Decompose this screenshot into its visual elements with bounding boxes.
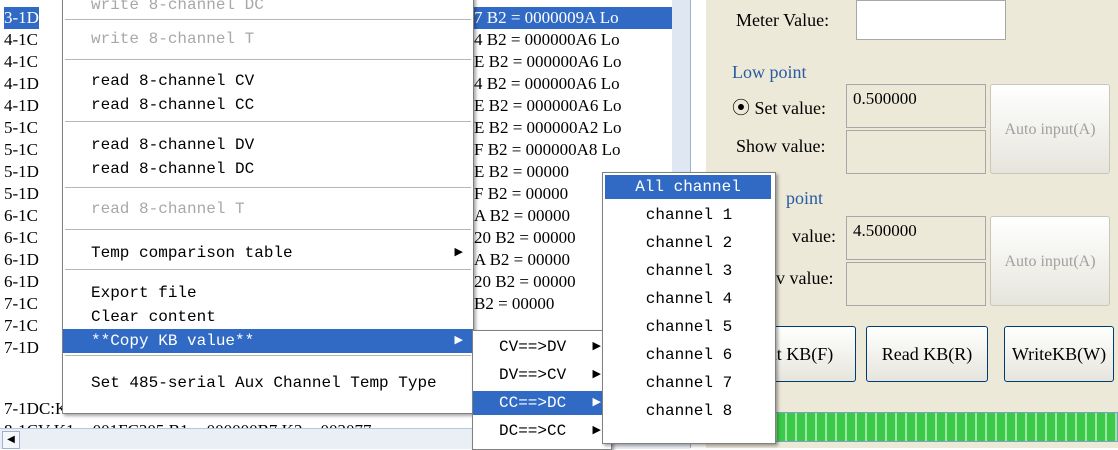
copy-submenu-item-label: DC==>CC (499, 422, 567, 440)
channel-submenu-item[interactable]: channel 6 (603, 343, 775, 367)
context-menu-item[interactable]: write 8-channel T (63, 27, 473, 51)
submenu-arrow-icon: ▶ (592, 369, 601, 381)
low-auto-input-button[interactable]: Auto input(A) (990, 84, 1110, 174)
menu-separator (65, 269, 471, 270)
copy-submenu-item[interactable]: CV==>DV ▶ (473, 335, 611, 359)
context-menu-item-label: write 8-channel T (91, 30, 255, 48)
copy-submenu-item-label: DV==>CV (499, 366, 567, 384)
context-menu-item[interactable]: read 8-channel CC (63, 93, 473, 117)
context-menu: write 8-channel DC write 8-channel T read… (62, 0, 474, 414)
low-show-value-label: Show value: (736, 136, 826, 156)
channel-submenu-item[interactable]: channel 2 (603, 231, 775, 255)
log-row-fragment[interactable]: 4 B2 = 000000A6 Lo (474, 73, 684, 95)
submenu-arrow-icon: ▶ (592, 341, 601, 353)
submenu-arrow-icon: ▶ (454, 247, 463, 259)
log-row-fragment[interactable]: E B2 = 000000A6 Lo (474, 95, 684, 117)
menu-separator (65, 187, 471, 188)
log-row-fragment[interactable]: E B2 = 000000A6 Lo (474, 51, 684, 73)
log-row-prefix[interactable]: 7-1D (4, 337, 39, 359)
context-menu-item-label: Set 485-serial Aux Channel Temp Type (91, 374, 437, 392)
low-set-value-label: Set value: (754, 98, 826, 118)
submenu-arrow-icon: ▶ (592, 397, 601, 409)
context-menu-item[interactable]: Set 485-serial Aux Channel Temp Type (63, 371, 473, 395)
context-menu-item-label: read 8-channel CC (91, 96, 255, 114)
scroll-left-icon[interactable]: ◀ (2, 431, 20, 449)
log-row-prefix[interactable]: 6-1D (4, 271, 39, 293)
read-kb-button[interactable]: Read KB(R) (866, 326, 988, 382)
channel-submenu: All channel channel 1 channel 2 channel 3 ch… (602, 172, 776, 444)
log-row-prefix[interactable]: 6-1C (4, 227, 38, 249)
menu-separator (65, 355, 471, 356)
context-menu-item-label: Temp comparison table (91, 244, 293, 262)
channel-submenu-item[interactable]: channel 7 (603, 371, 775, 395)
submenu-arrow-icon: ▶ (454, 335, 463, 347)
log-row-prefix[interactable]: 3-1D (4, 7, 39, 29)
context-menu-item-label: Export file (91, 284, 197, 302)
log-row-fragment[interactable]: 4 B2 = 000000A6 Lo (474, 29, 684, 51)
context-menu-item-label: read 8-channel DC (91, 160, 255, 178)
high-auto-input-button[interactable]: Auto input(A) (990, 216, 1110, 306)
channel-submenu-item[interactable]: All channel (605, 175, 771, 199)
submenu-arrow-icon: ▶ (592, 425, 601, 437)
context-menu-item-label: **Copy KB value** (91, 332, 255, 350)
menu-separator (65, 121, 471, 122)
low-show-value-field[interactable] (846, 130, 986, 174)
context-menu-item-label: read 8-channel DV (91, 136, 255, 154)
low-set-value-radio[interactable]: ⦿ Set value: (732, 94, 826, 120)
low-set-value-field[interactable]: 0.500000 (846, 84, 986, 128)
high-set-value-label: value: (792, 226, 836, 246)
high-show-value-field[interactable] (846, 262, 986, 306)
channel-submenu-item[interactable]: channel 8 (603, 399, 775, 423)
copy-submenu-item-label: CC==>DC (499, 394, 567, 412)
channel-submenu-item[interactable]: channel 1 (603, 203, 775, 227)
copy-submenu-item[interactable]: CC==>DC ▶ (473, 391, 611, 415)
copy-submenu-item[interactable]: DC==>CC ▶ (473, 419, 611, 443)
low-point-title: Low point (732, 62, 807, 82)
context-menu-item[interactable]: Export file (63, 281, 473, 305)
log-row-prefix[interactable]: 6-1D (4, 249, 39, 271)
log-row-prefix[interactable]: 7-1C (4, 293, 38, 315)
meter-value-field[interactable] (856, 0, 1006, 40)
menu-separator (65, 229, 471, 230)
write-kb-button[interactable]: WriteKB(W) (1004, 326, 1114, 382)
high-set-value-field[interactable]: 4.500000 (846, 216, 986, 260)
context-menu-item-label: read 8-channel T (91, 200, 245, 218)
log-row-fragment[interactable]: 7 B2 = 0000009A Lo (474, 7, 684, 29)
log-row-fragment[interactable]: E B2 = 000000A2 Lo (474, 117, 684, 139)
radio-selected-icon: ⦿ (732, 98, 755, 118)
high-show-value-label: v value: (776, 268, 834, 288)
context-menu-item[interactable]: read 8-channel DV (63, 133, 473, 157)
menu-separator (65, 19, 471, 20)
log-row-prefix[interactable]: 7-1C (4, 315, 38, 337)
progress-bar (716, 412, 1118, 442)
log-row-prefix[interactable]: 4-1C (4, 51, 38, 73)
copy-submenu-item[interactable]: DV==>CV ▶ (473, 363, 611, 387)
context-menu-item-label: read 8-channel CV (91, 72, 255, 90)
menu-separator (65, 59, 471, 60)
high-point-title: point (786, 188, 824, 208)
log-row-fragment[interactable]: F B2 = 000000A8 Lo (474, 139, 684, 161)
log-row-prefix[interactable]: 5-1D (4, 183, 39, 205)
log-row-prefix[interactable]: 4-1D (4, 73, 39, 95)
channel-submenu-item[interactable]: channel 4 (603, 287, 775, 311)
context-menu-item[interactable]: read 8-channel CV (63, 69, 473, 93)
context-menu-item[interactable]: Clear content (63, 305, 473, 329)
context-menu-item[interactable]: read 8-channel T (63, 197, 473, 221)
channel-submenu-item[interactable]: channel 5 (603, 315, 775, 339)
channel-submenu-item[interactable]: channel 3 (603, 259, 775, 283)
context-menu-item[interactable]: **Copy KB value** ▶ (63, 329, 473, 353)
log-row-prefix[interactable]: 5-1C (4, 117, 38, 139)
log-row-prefix[interactable]: 4-1D (4, 95, 39, 117)
meter-value-label: Meter Value: (736, 10, 830, 30)
log-row-prefix[interactable]: 6-1C (4, 205, 38, 227)
context-menu-item[interactable]: Temp comparison table ▶ (63, 241, 473, 265)
copy-submenu-item-label: CV==>DV (499, 338, 567, 356)
menu-item-write-dc-partial[interactable]: write 8-channel DC (63, 0, 473, 17)
log-row-prefix[interactable]: 5-1C (4, 139, 38, 161)
context-menu-item-label: Clear content (91, 308, 216, 326)
context-menu-item[interactable]: read 8-channel DC (63, 157, 473, 181)
log-row-prefix[interactable]: 5-1D (4, 161, 39, 183)
copy-kb-submenu: CV==>DV ▶ DV==>CV ▶ CC==>DC ▶ DC==>CC ▶ (472, 330, 612, 450)
log-row-prefix[interactable]: 4-1C (4, 29, 38, 51)
